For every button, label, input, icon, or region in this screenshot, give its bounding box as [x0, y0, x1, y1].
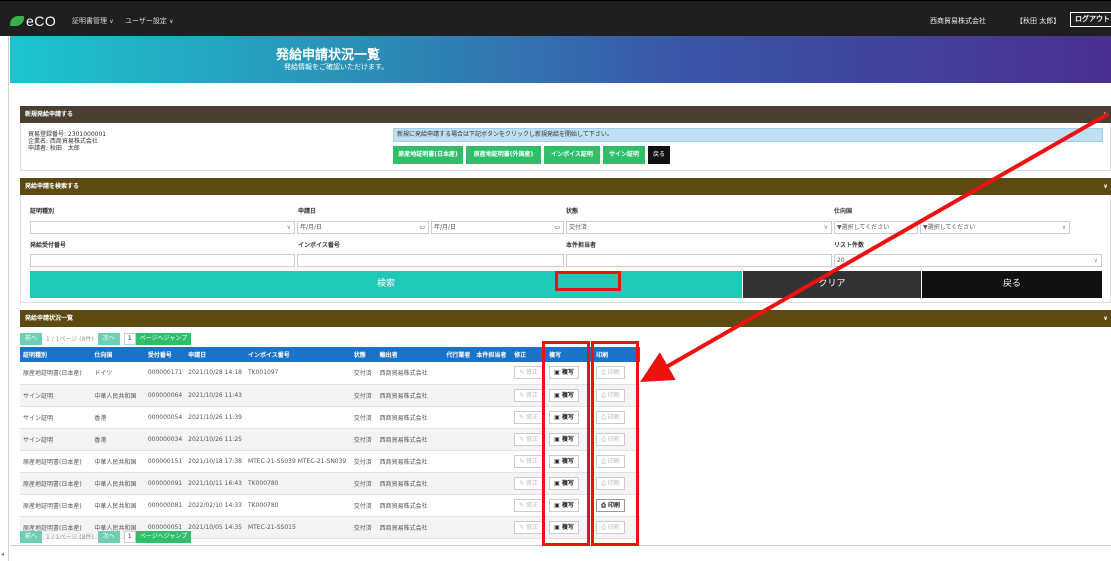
- annotation-arrow: [640, 112, 1109, 382]
